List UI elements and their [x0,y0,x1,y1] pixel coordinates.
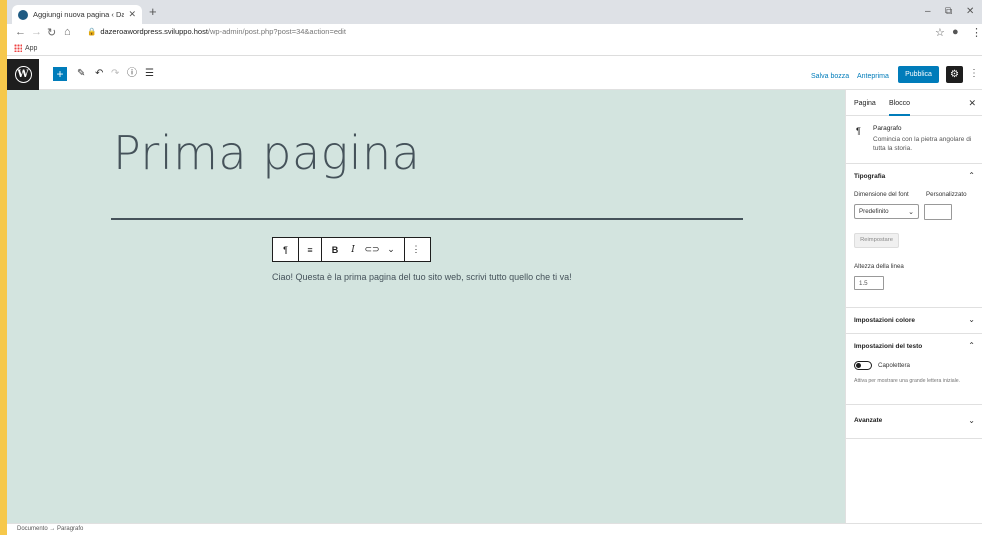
address-bar-row: ← → ↻ ⌂ 🔒 dazeroawordpress.sviluppo.host/… [7,24,982,42]
tab-blocco[interactable]: Blocco [889,100,911,116]
paragraph-block-icon: ¶ [856,126,861,136]
wordpress-logo-icon: W [14,66,32,83]
typography-panel-header[interactable]: Tipografia ⌃ [846,164,982,189]
block-breadcrumb[interactable]: Documento → Paragrafo [17,526,83,532]
profile-icon[interactable]: ● [952,26,959,38]
bookmark-star-icon[interactable]: ☆ [935,26,945,39]
align-group: ≡ [299,238,322,261]
paragraph-block[interactable]: Ciao! Questa è la prima pagina del tuo s… [272,268,592,286]
separator-block[interactable] [111,218,743,220]
color-settings-panel: Impostazioni colore ⌄ [846,308,982,334]
apps-grid-icon [14,44,22,52]
editor-toolbar: W + ✎ ↶ ↷ ⓘ ☰ Salva bozza Anteprima Pubb… [7,59,982,90]
tab-close-icon[interactable]: ✕ [128,9,136,20]
preview-button[interactable]: Anteprima [857,73,889,80]
drop-cap-label: Capolettera [878,362,910,369]
tab-strip: Aggiungi nuova pagina ‹ Da Zero ✕ + – ⧉ … [7,0,982,24]
block-card: ¶ Paragrafo Comincia con la pietra angol… [846,116,982,164]
bookmarks-bar: App [7,42,982,56]
sidebar-close-icon[interactable]: ✕ [968,98,976,109]
list-view-icon[interactable]: ☰ [145,67,154,81]
sidebar-tabs: Pagina Blocco ✕ [846,90,982,116]
typography-title: Tipografia [854,173,886,180]
line-height-label: Altezza della linea [854,263,904,270]
forward-arrow-icon[interactable]: → [31,26,42,38]
more-options-icon[interactable]: ⋮ [969,68,979,79]
pencil-tools-icon[interactable]: ✎ [77,67,85,81]
editor-canvas: Prima pagina ¶ ≡ B I ⊂⊃ ⌄ ⋮ Ciao! Questa… [7,90,845,523]
reload-icon[interactable]: ↻ [47,26,56,39]
block-toolbar: ¶ ≡ B I ⊂⊃ ⌄ ⋮ [272,237,431,262]
wordpress-logo-button[interactable]: W [7,59,39,90]
info-icon[interactable]: ⓘ [127,67,137,81]
chevron-down-icon: ⌄ [968,315,975,324]
font-size-label: Dimensione del font [854,191,909,198]
restore-button[interactable]: ⧉ [945,6,952,17]
publish-button[interactable]: Pubblica [898,66,939,83]
redo-icon[interactable]: ↷ [111,67,119,81]
drop-cap-toggle[interactable] [854,361,872,370]
drop-cap-help: Attiva per mostrare una grande lettera i… [854,378,961,384]
font-size-value: Predefinito [859,208,889,215]
toggle-knob [856,363,861,368]
advanced-header[interactable]: Avanzate ⌄ [846,405,982,438]
save-draft-button[interactable]: Salva bozza [811,73,849,80]
color-settings-header[interactable]: Impostazioni colore ⌄ [846,308,982,333]
home-icon[interactable]: ⌂ [64,26,71,38]
tab-title: Aggiungi nuova pagina ‹ Da Zero [33,10,125,19]
color-settings-title: Impostazioni colore [854,317,916,324]
editor-footer: Documento → Paragrafo [7,523,982,535]
chevron-down-icon: ⌄ [908,209,914,216]
block-options-icon[interactable]: ⋮ [405,244,427,255]
minimize-button[interactable]: – [925,6,931,17]
browser-window: Aggiungi nuova pagina ‹ Da Zero ✕ + – ⧉ … [7,0,982,535]
undo-icon[interactable]: ↶ [95,67,103,81]
paragraph-icon[interactable]: ¶ [273,245,298,255]
advanced-panel: Avanzate ⌄ [846,405,982,439]
text-settings-header[interactable]: Impostazioni del testo ⌃ [846,334,982,359]
add-block-button[interactable]: + [53,67,67,81]
block-description: Comincia con la pietra angolare di tutta… [873,136,972,152]
format-group: B I ⊂⊃ ⌄ [322,238,405,261]
custom-size-input[interactable] [924,204,952,220]
lock-icon: 🔒 [87,27,97,36]
reset-button[interactable]: Reimpostare [854,233,899,248]
settings-sidebar: Pagina Blocco ✕ ¶ Paragrafo Comincia con… [845,90,982,523]
new-tab-button[interactable]: + [149,5,157,19]
chevron-up-icon: ⌃ [968,341,975,350]
advanced-title: Avanzate [854,417,883,424]
font-size-select[interactable]: Predefinito ⌄ [854,204,919,219]
link-icon[interactable]: ⊂⊃ [362,244,382,255]
bookmark-apps[interactable]: App [14,44,37,52]
post-title[interactable]: Prima pagina [113,126,420,180]
typography-panel: Tipografia ⌃ Dimensione del font Persona… [846,164,982,308]
more-formats-chevron-icon[interactable]: ⌄ [382,244,400,255]
window-close-button[interactable]: ✕ [966,6,974,17]
custom-size-label: Personalizzato [926,191,967,198]
bookmark-apps-label: App [25,44,38,52]
bold-button[interactable]: B [326,245,344,255]
block-type-group: ¶ [273,238,299,261]
align-icon[interactable]: ≡ [299,245,321,255]
menu-dots-icon[interactable]: ⋮ [971,26,982,39]
chevron-up-icon: ⌃ [968,171,975,180]
wordpress-favicon-icon [18,9,28,20]
url-host: dazeroawordpress.sviluppo.host [100,27,208,36]
browser-tab[interactable]: Aggiungi nuova pagina ‹ Da Zero ✕ [12,5,142,24]
text-settings-panel: Impostazioni del testo ⌃ Capolettera Att… [846,334,982,405]
tab-pagina[interactable]: Pagina [854,100,876,107]
url-path: /wp-admin/post.php?post=34&action=edit [207,27,346,36]
address-bar[interactable]: 🔒 dazeroawordpress.sviluppo.host/wp-admin… [87,27,346,36]
options-group: ⋮ [405,238,427,261]
chevron-down-icon: ⌄ [968,416,975,425]
back-arrow-icon[interactable]: ← [15,26,26,38]
settings-gear-icon[interactable]: ⚙ [946,66,963,83]
italic-button[interactable]: I [344,245,362,255]
text-settings-title: Impostazioni del testo [854,343,923,350]
block-name: Paragrafo [873,125,902,132]
line-height-input[interactable]: 1.5 [854,276,884,290]
